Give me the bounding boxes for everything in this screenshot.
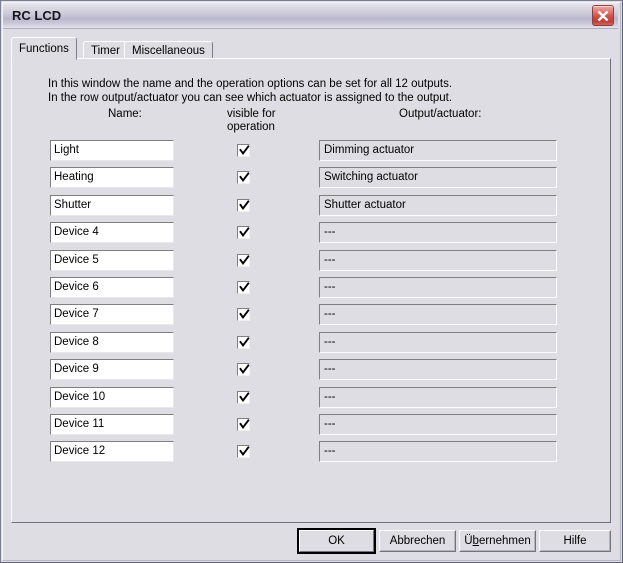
output-actuator-field: Switching actuator — [319, 167, 557, 188]
help-button[interactable]: Hilfe — [539, 530, 611, 552]
output-actuator-field: Shutter actuator — [319, 195, 557, 216]
visible-for-operation-checkbox[interactable] — [237, 308, 250, 321]
close-button[interactable] — [592, 5, 614, 26]
checkmark-icon — [239, 227, 250, 237]
checkmark-icon — [239, 255, 250, 265]
checkmark-icon — [239, 200, 250, 210]
checkmark-icon — [239, 364, 250, 374]
tab-functions[interactable]: Functions — [11, 37, 77, 60]
description-line-2: In the row output/actuator you can see w… — [48, 92, 453, 104]
cancel-button[interactable]: Abbrechen — [379, 530, 456, 552]
output-actuator-field: --- — [319, 414, 557, 435]
output-row: Device 7 --- — [1, 304, 623, 326]
checkmark-icon — [239, 309, 250, 319]
checkmark-icon — [239, 419, 250, 429]
name-input[interactable]: Device 9 — [50, 359, 174, 380]
output-row: Device 11 --- — [1, 414, 623, 436]
output-row: Light Dimming actuator — [1, 140, 623, 162]
output-row: Device 6 --- — [1, 277, 623, 299]
checkmark-icon — [239, 282, 250, 292]
visible-for-operation-checkbox[interactable] — [237, 391, 250, 404]
checkmark-icon — [239, 446, 250, 456]
output-actuator-field: --- — [319, 222, 557, 243]
apply-button[interactable]: Übernehmen — [459, 530, 536, 552]
visible-for-operation-checkbox[interactable] — [237, 144, 250, 157]
ok-button-label: OK — [299, 530, 374, 552]
name-input[interactable]: Device 12 — [50, 441, 174, 462]
name-input[interactable]: Light — [50, 140, 174, 161]
output-row: Device 12 --- — [1, 441, 623, 463]
visible-for-operation-checkbox[interactable] — [237, 281, 250, 294]
output-row: Device 4 --- — [1, 222, 623, 244]
apply-label-before: Ü — [464, 535, 473, 547]
tab-miscellaneous[interactable]: Miscellaneous — [124, 41, 213, 59]
column-header-output-actuator: Output/actuator: — [399, 108, 482, 120]
title-bar[interactable]: RC LCD — [3, 3, 618, 29]
tab-strip: Functions Timer Miscellaneous — [11, 37, 611, 60]
visible-for-operation-checkbox[interactable] — [237, 418, 250, 431]
output-row: Shutter Shutter actuator — [1, 195, 623, 217]
name-input[interactable]: Device 10 — [50, 387, 174, 408]
output-row: Device 8 --- — [1, 332, 623, 354]
visible-for-operation-checkbox[interactable] — [237, 363, 250, 376]
name-input[interactable]: Device 11 — [50, 414, 174, 435]
checkmark-icon — [239, 392, 250, 402]
name-input[interactable]: Device 5 — [50, 250, 174, 271]
name-input[interactable]: Device 8 — [50, 332, 174, 353]
visible-for-operation-checkbox[interactable] — [237, 336, 250, 349]
close-x-icon — [597, 10, 609, 22]
apply-label-after: ernehmen — [478, 535, 531, 547]
window-title: RC LCD — [12, 8, 62, 23]
output-actuator-field: --- — [319, 304, 557, 325]
column-header-name: Name: — [108, 108, 142, 120]
dialog-window: RC LCD Functions Timer Miscellaneous In … — [0, 0, 623, 563]
name-input[interactable]: Device 4 — [50, 222, 174, 243]
visible-for-operation-checkbox[interactable] — [237, 171, 250, 184]
output-row: Heating Switching actuator — [1, 167, 623, 189]
output-row: Device 5 --- — [1, 250, 623, 272]
output-actuator-field: Dimming actuator — [319, 140, 557, 161]
description-line-1: In this window the name and the operatio… — [48, 78, 453, 90]
help-button-label: Hilfe — [540, 531, 610, 551]
tab-timer[interactable]: Timer — [83, 41, 128, 59]
visible-for-operation-checkbox[interactable] — [237, 445, 250, 458]
visible-for-operation-checkbox[interactable] — [237, 254, 250, 267]
name-input[interactable]: Heating — [50, 167, 174, 188]
checkmark-icon — [239, 337, 250, 347]
output-row: Device 9 --- — [1, 359, 623, 381]
checkmark-icon — [239, 145, 250, 155]
checkmark-icon — [239, 172, 250, 182]
cancel-button-label: Abbrechen — [380, 531, 455, 551]
output-actuator-field: --- — [319, 250, 557, 271]
output-actuator-field: --- — [319, 277, 557, 298]
visible-for-operation-checkbox[interactable] — [237, 226, 250, 239]
output-actuator-field: --- — [319, 441, 557, 462]
apply-button-label: Übernehmen — [460, 531, 535, 551]
visible-for-operation-checkbox[interactable] — [237, 199, 250, 212]
ok-button[interactable]: OK — [297, 528, 376, 554]
output-row: Device 10 --- — [1, 387, 623, 409]
name-input[interactable]: Shutter — [50, 195, 174, 216]
name-input[interactable]: Device 6 — [50, 277, 174, 298]
column-header-visible-line2: operation — [227, 121, 275, 133]
output-actuator-field: --- — [319, 387, 557, 408]
column-header-visible-line1: visible for — [227, 108, 276, 120]
output-actuator-field: --- — [319, 359, 557, 380]
name-input[interactable]: Device 7 — [50, 304, 174, 325]
output-actuator-field: --- — [319, 332, 557, 353]
